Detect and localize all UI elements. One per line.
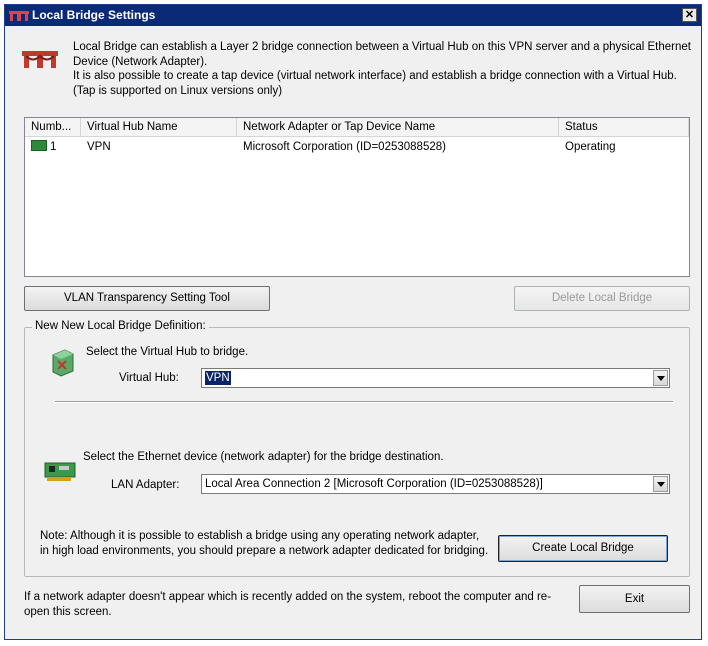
separator: [55, 401, 673, 403]
description-line-2: It is also possible to create a tap devi…: [73, 70, 677, 97]
virtual-hub-select[interactable]: VPN: [201, 368, 670, 388]
vlan-transparency-button[interactable]: VLAN Transparency Setting Tool: [24, 286, 270, 311]
description: Local Bridge can establish a Layer 2 bri…: [73, 40, 693, 98]
chevron-down-icon[interactable]: [653, 370, 668, 386]
delete-local-bridge-button[interactable]: Delete Local Bridge: [514, 286, 690, 311]
cell-hub: VPN: [87, 141, 111, 153]
column-header-number[interactable]: Numb...: [25, 118, 81, 136]
window-title: Local Bridge Settings: [32, 8, 156, 22]
local-bridge-settings-window: Local Bridge Settings ✕ Local Bridge can…: [4, 4, 702, 640]
network-adapter-icon: [31, 140, 47, 152]
adapter-instruction: Select the Ethernet device (network adap…: [83, 451, 444, 463]
lan-adapter-value: Local Area Connection 2 [Microsoft Corpo…: [205, 478, 543, 490]
description-line-1: Local Bridge can establish a Layer 2 bri…: [73, 41, 691, 68]
virtual-hub-label: Virtual Hub:: [119, 372, 179, 384]
bridging-note: Note: Although it is possible to establi…: [40, 530, 489, 557]
cell-status: Operating: [565, 141, 616, 153]
column-header-hub[interactable]: Virtual Hub Name: [81, 118, 237, 136]
lan-adapter-label: LAN Adapter:: [111, 479, 180, 491]
bridge-icon: [22, 51, 58, 68]
bridge-list[interactable]: Numb... Virtual Hub Name Network Adapter…: [24, 117, 690, 277]
list-header: Numb... Virtual Hub Name Network Adapter…: [25, 118, 689, 137]
cell-number: 1: [25, 138, 81, 156]
title-bar: Local Bridge Settings ✕: [5, 5, 701, 26]
column-header-status[interactable]: Status: [559, 118, 689, 136]
virtual-hub-icon: [52, 349, 74, 377]
network-card-icon: [44, 462, 76, 481]
exit-button[interactable]: Exit: [579, 585, 690, 613]
create-local-bridge-button[interactable]: Create Local Bridge: [498, 535, 668, 562]
cell-adapter: Microsoft Corporation (ID=0253088528): [243, 141, 446, 153]
row-number: 1: [50, 141, 57, 153]
chevron-down-icon[interactable]: [653, 476, 668, 492]
new-bridge-group-label: New New Local Bridge Definition:: [32, 320, 209, 332]
bridge-icon: [9, 11, 29, 21]
close-button[interactable]: ✕: [682, 8, 697, 22]
footer-text: If a network adapter doesn't appear whic…: [24, 591, 552, 618]
lan-adapter-select[interactable]: Local Area Connection 2 [Microsoft Corpo…: [201, 474, 670, 494]
table-row[interactable]: 1 VPN Microsoft Corporation (ID=02530885…: [25, 138, 689, 156]
hub-instruction: Select the Virtual Hub to bridge.: [86, 346, 249, 358]
column-header-adapter[interactable]: Network Adapter or Tap Device Name: [237, 118, 559, 136]
virtual-hub-value: VPN: [205, 371, 231, 385]
